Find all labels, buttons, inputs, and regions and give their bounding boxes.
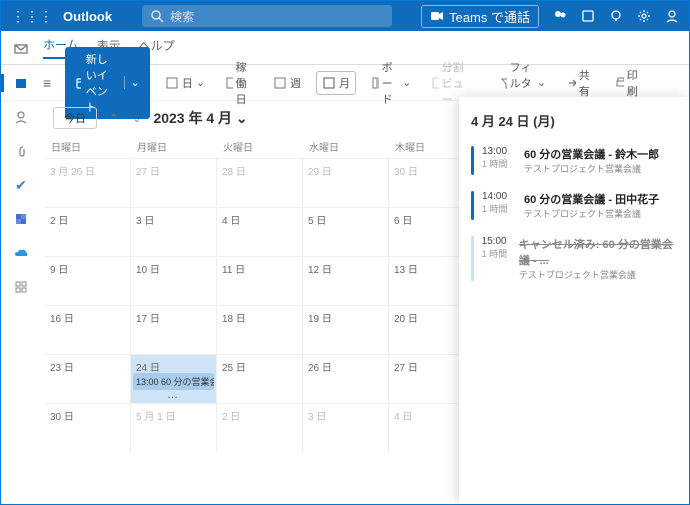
chevron-down-icon[interactable]: ⌄ bbox=[124, 76, 140, 89]
rail-onedrive-icon[interactable] bbox=[11, 243, 31, 263]
workweek-icon bbox=[225, 76, 232, 90]
next-month-button[interactable]: ⌄ bbox=[130, 112, 143, 125]
date-cell[interactable]: 12 日 bbox=[303, 256, 389, 305]
date-cell[interactable]: 23 日 bbox=[45, 354, 131, 403]
rail-people-icon[interactable] bbox=[11, 107, 31, 127]
rail-more-apps-icon[interactable] bbox=[11, 277, 31, 297]
search-placeholder: 検索 bbox=[170, 8, 194, 25]
month-label[interactable]: 2023 年 4 月 ⌄ bbox=[153, 108, 247, 128]
date-cell[interactable]: 4 日 bbox=[217, 207, 303, 256]
month-icon bbox=[322, 76, 336, 90]
date-cell[interactable]: 19 日 bbox=[303, 305, 389, 354]
calendar-icon bbox=[75, 76, 81, 90]
account-icon[interactable] bbox=[665, 9, 679, 23]
notes-icon[interactable] bbox=[581, 9, 595, 23]
brand-label: Outlook bbox=[63, 9, 112, 24]
agenda-color-bar bbox=[471, 146, 474, 175]
agenda-item[interactable]: 13:00 1 時間 60 分の営業会議 - 鈴木一郎 テストプロジェクト営業会… bbox=[471, 146, 677, 175]
agenda-item[interactable]: 15:00 1 時間 キャンセル済み: 60 分の営業会議 - ... テストプ… bbox=[471, 236, 677, 281]
share-icon bbox=[566, 76, 576, 90]
rail-calendar-icon[interactable] bbox=[11, 73, 31, 93]
date-cell-selected[interactable]: 24 日 13:00 60 分の営業会議 … bbox=[131, 354, 217, 403]
date-cell[interactable]: 3 日 bbox=[303, 403, 389, 452]
view-week-button[interactable]: 週 bbox=[268, 72, 306, 94]
teams-call-button[interactable]: Teams で通話 bbox=[421, 5, 539, 28]
print-icon bbox=[614, 76, 624, 90]
board-icon bbox=[371, 76, 378, 90]
date-cell[interactable]: 3 日 bbox=[131, 207, 217, 256]
dayname: 日曜日 bbox=[45, 135, 131, 158]
agenda-date: 4 月 24 日 (月) bbox=[471, 111, 677, 130]
date-cell[interactable]: 16 日 bbox=[45, 305, 131, 354]
filter-icon bbox=[500, 76, 506, 90]
prev-month-button[interactable]: ⌃ bbox=[107, 112, 120, 125]
hamburger-icon[interactable]: ≡ bbox=[43, 75, 51, 91]
day-icon bbox=[165, 76, 179, 90]
tips-icon[interactable] bbox=[609, 9, 623, 23]
date-cell[interactable]: 3 月 26 日 bbox=[45, 158, 131, 207]
agenda-color-bar bbox=[471, 191, 474, 220]
people-icon[interactable] bbox=[553, 9, 567, 23]
date-cell[interactable]: 28 日 bbox=[217, 158, 303, 207]
date-cell[interactable]: 26 日 bbox=[303, 354, 389, 403]
dayname: 水曜日 bbox=[303, 135, 389, 158]
rail-mail-icon[interactable] bbox=[11, 39, 31, 59]
agenda-panel: 4 月 24 日 (月) 13:00 1 時間 60 分の営業会議 - 鈴木一郎… bbox=[459, 97, 689, 504]
event-chip[interactable]: 13:00 60 分の営業会議 bbox=[133, 373, 214, 390]
rail-files-icon[interactable] bbox=[11, 141, 31, 161]
week-icon bbox=[273, 76, 287, 90]
split-icon bbox=[431, 76, 438, 90]
calendar-grid: 日曜日 月曜日 火曜日 水曜日 木曜日 3 月 26 日 27 日 28 日 2… bbox=[45, 135, 475, 452]
search-icon bbox=[150, 9, 164, 23]
today-button[interactable]: 今日 bbox=[53, 107, 97, 129]
date-cell[interactable]: 5 月 1 日 bbox=[131, 403, 217, 452]
date-cell[interactable]: 5 日 bbox=[303, 207, 389, 256]
video-icon bbox=[430, 9, 444, 23]
event-more-icon[interactable]: … bbox=[131, 389, 216, 401]
print-button[interactable]: 印刷 bbox=[609, 64, 647, 102]
view-month-button[interactable]: 月 bbox=[316, 71, 356, 95]
date-cell[interactable]: 2 日 bbox=[45, 207, 131, 256]
dayname: 月曜日 bbox=[131, 135, 217, 158]
dayname: 火曜日 bbox=[217, 135, 303, 158]
date-cell[interactable]: 2 日 bbox=[217, 403, 303, 452]
rail-todo-icon[interactable]: ✔ bbox=[11, 175, 31, 195]
settings-icon[interactable] bbox=[637, 9, 651, 23]
date-cell[interactable]: 9 日 bbox=[45, 256, 131, 305]
date-cell[interactable]: 30 日 bbox=[45, 403, 131, 452]
date-cell[interactable]: 25 日 bbox=[217, 354, 303, 403]
app-launcher-icon[interactable]: ⋮⋮⋮ bbox=[11, 8, 53, 25]
date-cell[interactable]: 18 日 bbox=[217, 305, 303, 354]
share-button[interactable]: 共有 bbox=[561, 64, 599, 102]
agenda-item[interactable]: 14:00 1 時間 60 分の営業会議 - 田中花子 テストプロジェクト営業会… bbox=[471, 191, 677, 220]
date-cell[interactable]: 11 日 bbox=[217, 256, 303, 305]
search-input[interactable]: 検索 bbox=[142, 5, 392, 27]
date-cell[interactable]: 27 日 bbox=[131, 158, 217, 207]
agenda-color-bar bbox=[471, 236, 474, 281]
date-cell[interactable]: 17 日 bbox=[131, 305, 217, 354]
date-cell[interactable]: 10 日 bbox=[131, 256, 217, 305]
view-day-button[interactable]: 日 ⌄ bbox=[160, 72, 210, 94]
rail-app1-icon[interactable] bbox=[11, 209, 31, 229]
date-cell[interactable]: 29 日 bbox=[303, 158, 389, 207]
